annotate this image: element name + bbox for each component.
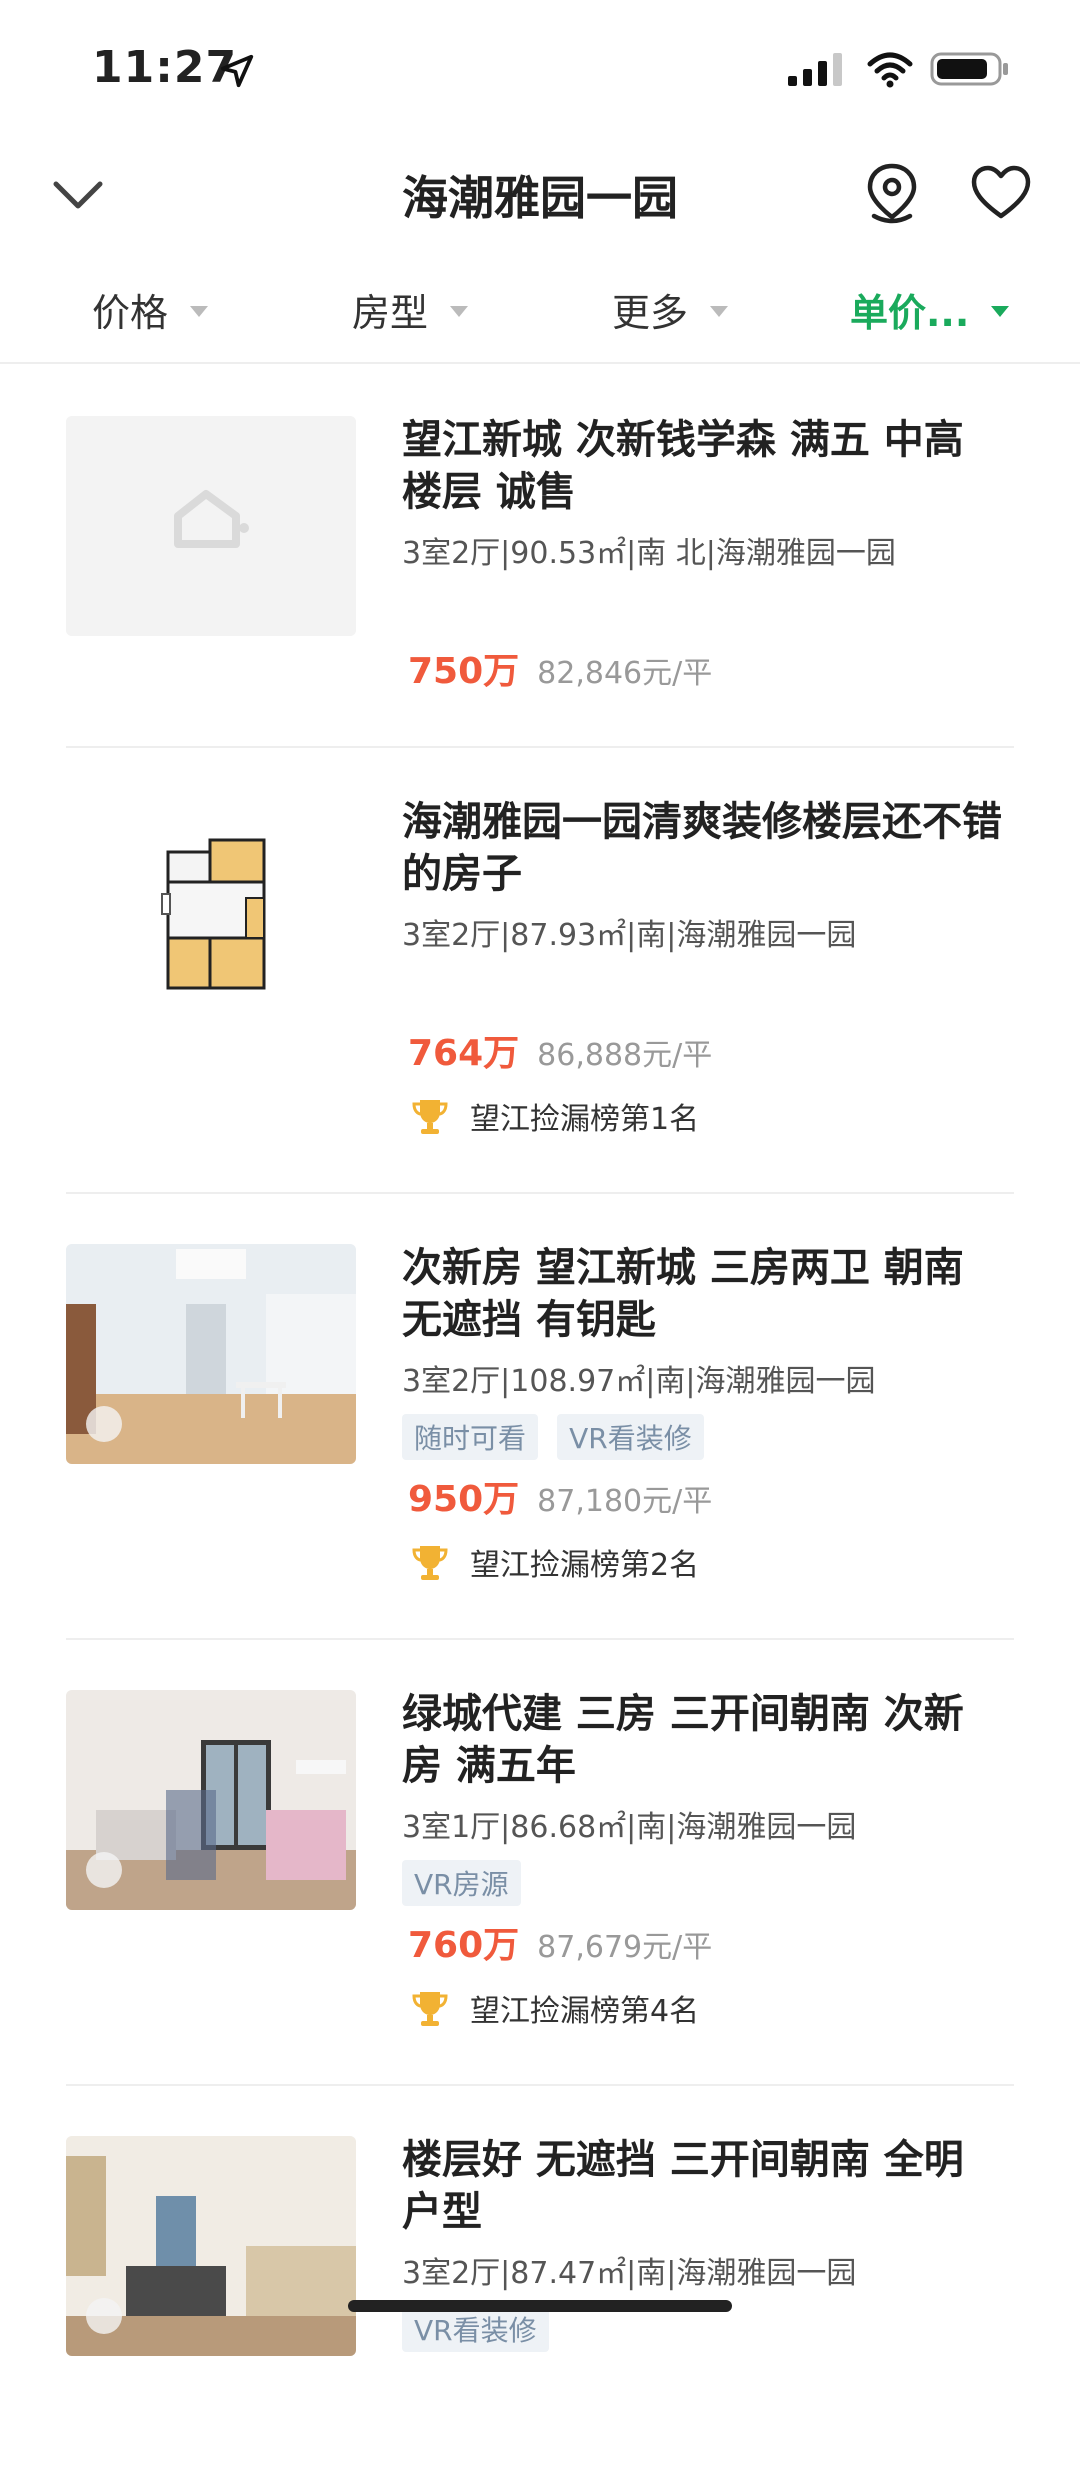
cellular-signal-icon [788,53,842,86]
listing-title: 次新房 望江新城 三房两卫 朝南无遮挡 有钥匙 [402,1245,964,1343]
listing-price: 950万 [408,1479,520,1520]
listing-meta: 3室2厅|90.53㎡|南 北|海潮雅园一园 [402,536,896,571]
ranking-text: 望江捡漏榜第1名 [470,1102,700,1137]
listing-unit-price: 87,679元/平 [537,1930,713,1965]
listing-unit-price: 86,888元/平 [537,1038,713,1073]
listing-title: 楼层好 无遮挡 三开间朝南 全明户型 [402,2137,964,2235]
tag-list: VR看装修 [402,2306,1002,2352]
status-time: 11:27 [92,42,238,93]
room-photo [66,2136,356,2356]
ranking-badge[interactable]: 望江捡漏榜第1名 [402,1094,1002,1138]
home-indicator[interactable] [348,2300,732,2312]
status-bar: 11:27 [0,0,1080,140]
caret-down-icon [991,306,1010,317]
nav-header: 海潮雅园一园 [0,140,1080,250]
battery-icon [930,52,1008,86]
ranking-text: 望江捡漏榜第2名 [470,1548,700,1583]
ranking-badge[interactable]: 望江捡漏榜第4名 [402,1986,1002,2030]
room-photo [66,1690,356,1910]
listing-thumbnail [66,1690,356,1910]
listing-thumbnail [66,798,356,1018]
filter-price[interactable]: 价格 [92,282,209,337]
listing-thumbnail [66,2136,356,2356]
ranking-text: 望江捡漏榜第4名 [470,1994,700,2029]
listing-tag: VR看装修 [557,1414,704,1460]
listing-card[interactable]: 绿城代建 三房 三开间朝南 次新房 满五年 3室1厅|86.68㎡|南|海潮雅园… [66,1638,1014,2086]
room-photo [66,1244,356,1464]
location-arrow-icon [220,54,254,88]
trophy-icon [412,1100,448,1134]
map-pin-icon[interactable] [862,162,922,226]
image-placeholder-icon [66,416,356,636]
listing-unit-price: 87,180元/平 [537,1484,713,1519]
filter-more[interactable]: 更多 [612,282,729,337]
listing-meta: 3室2厅|108.97㎡|南|海潮雅园一园 [402,1364,876,1399]
caret-down-icon [450,306,469,317]
caret-down-icon [190,306,209,317]
listing-card[interactable]: 望江新城 次新钱学森 满五 中高楼层 诚售 3室2厅|90.53㎡|南 北|海潮… [66,364,1014,748]
listing-price: 764万 [408,1033,520,1074]
filter-label: 价格 [92,291,169,335]
listing-meta: 3室2厅|87.93㎡|南|海潮雅园一园 [402,918,857,953]
floorplan-image [161,838,266,990]
listing-thumbnail [66,1244,356,1464]
tag-list: VR房源 [402,1860,1002,1906]
listing-title: 望江新城 次新钱学森 满五 中高楼层 诚售 [402,417,964,515]
listing-tag: VR房源 [402,1860,521,1906]
listing-card[interactable]: 海潮雅园一园清爽装修楼层还不错的房子 3室2厅|87.93㎡|南|海潮雅园一园 … [66,746,1014,1194]
wifi-icon [867,52,913,88]
listing-title: 海潮雅园一园清爽装修楼层还不错的房子 [402,799,1002,897]
listing-price: 750万 [408,651,520,692]
listing-card[interactable]: 楼层好 无遮挡 三开间朝南 全明户型 3室2厅|87.47㎡|南|海潮雅园一园 … [66,2084,1014,2484]
ranking-badge[interactable]: 望江捡漏榜第2名 [402,1540,1002,1584]
listing-price: 760万 [408,1925,520,1966]
listing-tag: 随时可看 [402,1414,539,1460]
listing-title: 绿城代建 三房 三开间朝南 次新房 满五年 [402,1691,964,1789]
listing-meta: 3室1厅|86.68㎡|南|海潮雅园一园 [402,1810,857,1845]
listing-tag: VR看装修 [402,2306,549,2352]
filter-label: 房型 [352,291,429,335]
filter-room-type[interactable]: 房型 [352,282,469,337]
listing-card[interactable]: 次新房 望江新城 三房两卫 朝南无遮挡 有钥匙 3室2厅|108.97㎡|南|海… [66,1192,1014,1640]
listing-thumbnail [66,416,356,636]
tag-list: 随时可看 VR看装修 [402,1414,1002,1460]
listing-meta: 3室2厅|87.47㎡|南|海潮雅园一园 [402,2256,857,2291]
caret-down-icon [710,306,729,317]
heart-icon[interactable] [970,164,1032,222]
filter-label: 更多 [612,291,689,335]
filter-unit-price[interactable]: 单价... [850,282,1010,337]
filter-bar: 价格 房型 更多 单价... [0,270,1080,364]
trophy-icon [412,1546,448,1580]
filter-label: 单价... [850,291,970,335]
trophy-icon [412,1992,448,2026]
listing-unit-price: 82,846元/平 [537,656,713,691]
